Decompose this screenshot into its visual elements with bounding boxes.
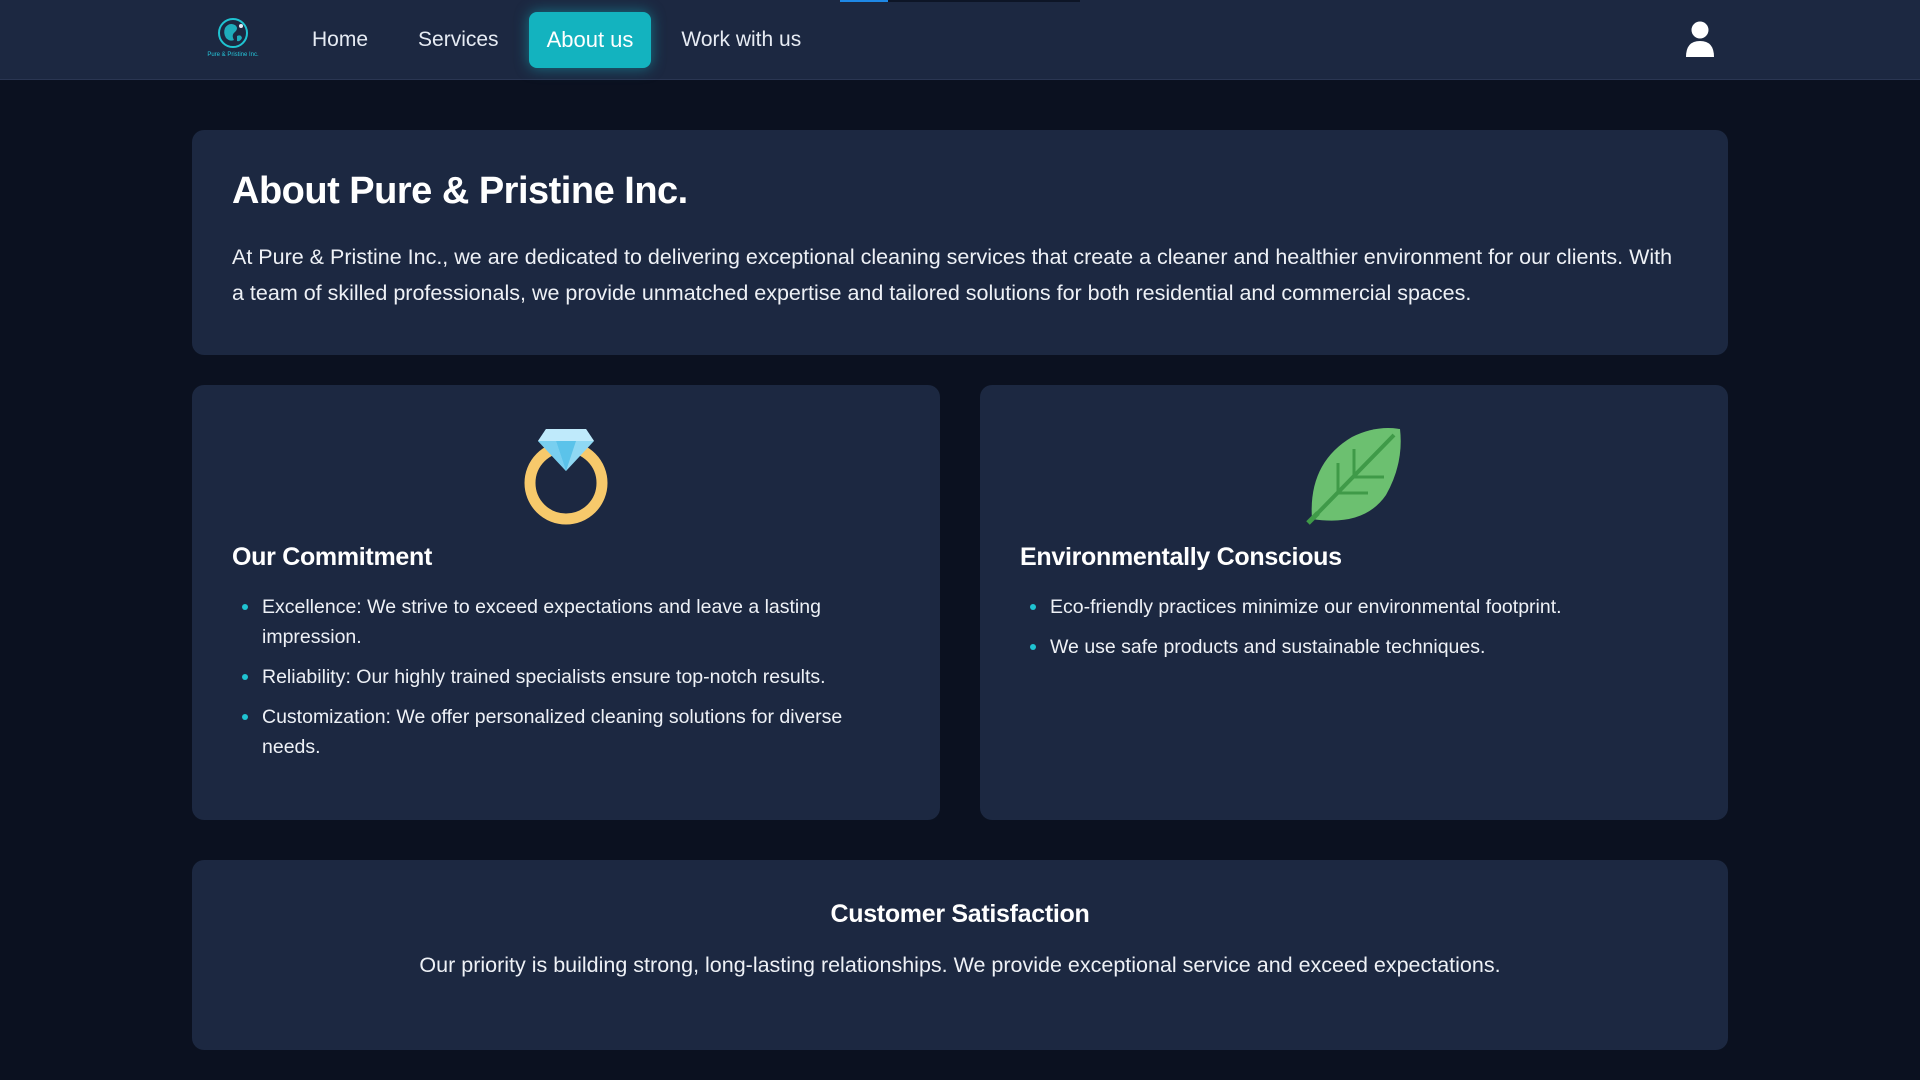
commitment-list: Excellence: We strive to exceed expectat… bbox=[232, 592, 900, 762]
about-description: At Pure & Pristine Inc., we are dedicate… bbox=[232, 245, 1673, 305]
nav-work-with-us[interactable]: Work with us bbox=[659, 14, 823, 66]
list-item: We use safe products and sustainable tec… bbox=[1020, 632, 1688, 662]
nav-home[interactable]: Home bbox=[290, 14, 390, 66]
navbar: Pure & Pristine Inc. Home Services About… bbox=[0, 0, 1920, 80]
satisfaction-text: Our priority is building strong, long-la… bbox=[419, 953, 1501, 977]
scroll-progress-bar bbox=[840, 0, 1080, 2]
satisfaction-title: Customer Satisfaction bbox=[830, 900, 1090, 928]
commitment-title: Our Commitment bbox=[232, 543, 432, 571]
main-nav: Home Services About us Work with us bbox=[290, 0, 829, 80]
list-item: Excellence: We strive to exceed expectat… bbox=[232, 592, 900, 652]
list-item-text: Excellence: We strive to exceed expectat… bbox=[262, 596, 821, 648]
environment-title: Environmentally Conscious bbox=[1020, 543, 1342, 571]
bullet-dot bbox=[242, 604, 248, 610]
list-item: Eco-friendly practices minimize our envi… bbox=[1020, 592, 1688, 622]
list-item-text: Eco-friendly practices minimize our envi… bbox=[1050, 596, 1562, 618]
logo-globe-icon bbox=[218, 18, 248, 48]
list-item-text: Customization: We offer personalized cle… bbox=[262, 706, 843, 758]
bullet-dot bbox=[242, 674, 248, 680]
brand-logo[interactable]: Pure & Pristine Inc. bbox=[198, 16, 268, 64]
bullet-dot bbox=[242, 714, 248, 720]
list-item: Reliability: Our highly trained speciali… bbox=[232, 662, 900, 692]
page-title: About Pure & Pristine Inc. bbox=[232, 170, 688, 212]
nav-services[interactable]: Services bbox=[396, 14, 521, 66]
environment-card: Environmentally Conscious Eco-friendly p… bbox=[980, 385, 1728, 820]
bullet-dot bbox=[1030, 644, 1036, 650]
user-icon[interactable] bbox=[1684, 20, 1716, 58]
scroll-progress-fill bbox=[840, 0, 888, 2]
logo-text: Pure & Pristine Inc. bbox=[207, 52, 259, 58]
nav-about-us[interactable]: About us bbox=[528, 12, 652, 68]
list-item-text: Reliability: Our highly trained speciali… bbox=[262, 666, 826, 688]
satisfaction-card: Customer Satisfaction Our priority is bu… bbox=[192, 860, 1728, 1050]
list-item: Customization: We offer personalized cle… bbox=[232, 702, 900, 762]
bullet-dot bbox=[1030, 604, 1036, 610]
diamond-ring-icon bbox=[524, 429, 608, 525]
commitment-card: Our Commitment Excellence: We strive to … bbox=[192, 385, 940, 820]
environment-list: Eco-friendly practices minimize our envi… bbox=[1020, 592, 1688, 662]
list-item-text: We use safe products and sustainable tec… bbox=[1050, 636, 1486, 658]
about-card: About Pure & Pristine Inc. At Pure & Pri… bbox=[192, 130, 1728, 355]
leaf-icon bbox=[1306, 428, 1401, 525]
